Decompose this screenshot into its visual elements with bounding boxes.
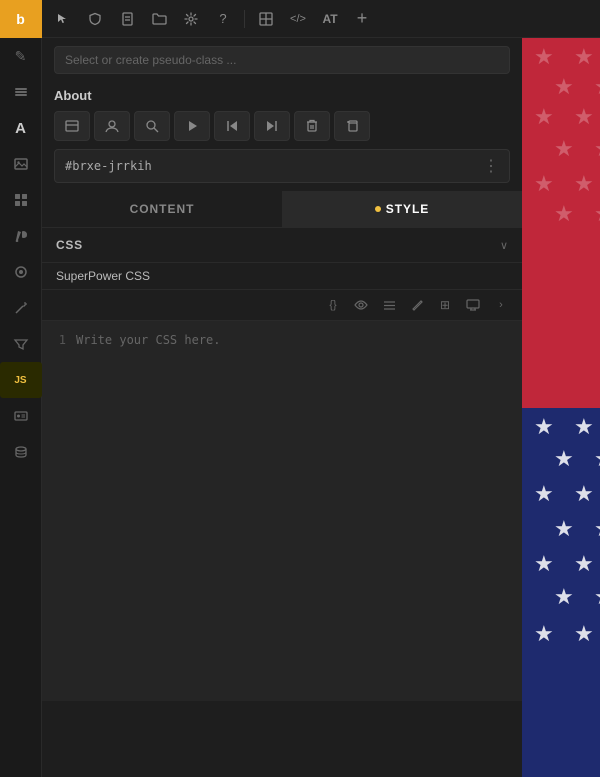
layers-icon[interactable] bbox=[0, 74, 42, 110]
about-user-icon[interactable] bbox=[94, 111, 130, 141]
shield-icon[interactable] bbox=[82, 6, 108, 32]
paint-icon[interactable] bbox=[0, 218, 42, 254]
about-title: About bbox=[54, 88, 510, 103]
star-10: ★ bbox=[554, 138, 574, 160]
top-toolbar: ? </> AT + bbox=[42, 0, 600, 38]
help-icon[interactable]: ? bbox=[210, 6, 236, 32]
pseudo-class-input[interactable]: Select or create pseudo-class ... bbox=[54, 46, 510, 74]
star-n10: ★ bbox=[554, 518, 574, 540]
image-icon[interactable] bbox=[0, 146, 42, 182]
tab-content[interactable]: CONTENT bbox=[42, 191, 282, 227]
code-placeholder: Write your CSS here. bbox=[76, 331, 512, 691]
about-play-icon[interactable] bbox=[174, 111, 210, 141]
star-13: ★ bbox=[534, 173, 554, 195]
tabs-row: CONTENT STYLE bbox=[42, 191, 522, 228]
main-area: ? </> AT + Select or create pseudo-class… bbox=[42, 0, 600, 777]
star-n13: ★ bbox=[534, 553, 554, 575]
content-area: Select or create pseudo-class ... About bbox=[42, 38, 600, 777]
star-5: ★ bbox=[594, 76, 600, 98]
star-n11: ★ bbox=[594, 518, 600, 540]
star-n7: ★ bbox=[534, 483, 554, 505]
star-16: ★ bbox=[554, 203, 574, 225]
star-8: ★ bbox=[574, 106, 594, 128]
tab-style-dot bbox=[375, 206, 381, 212]
line-number: 1 bbox=[52, 331, 66, 691]
id-card-icon[interactable] bbox=[0, 398, 42, 434]
db-icon[interactable] bbox=[0, 434, 42, 470]
about-icons-row bbox=[54, 111, 510, 141]
shape-icon[interactable] bbox=[0, 254, 42, 290]
star-n5: ★ bbox=[594, 448, 600, 470]
star-14: ★ bbox=[574, 173, 594, 195]
element-id-row: #brxe-jrrkih ⋮ bbox=[54, 149, 510, 183]
star-n4: ★ bbox=[554, 448, 574, 470]
tab-style[interactable]: STYLE bbox=[282, 191, 522, 227]
list-icon[interactable] bbox=[378, 294, 400, 316]
js-icon[interactable]: JS bbox=[0, 362, 42, 398]
code-icon[interactable]: </> bbox=[285, 6, 311, 32]
css-section: CSS ∨ SuperPower CSS {} bbox=[42, 228, 522, 701]
css-chevron-icon: ∨ bbox=[500, 239, 508, 252]
star-11: ★ bbox=[594, 138, 600, 160]
element-id-menu-button[interactable]: ⋮ bbox=[483, 156, 499, 176]
add-icon[interactable]: + bbox=[349, 6, 375, 32]
folder-icon[interactable] bbox=[146, 6, 172, 32]
logo[interactable]: b bbox=[0, 0, 42, 38]
filter-icon[interactable] bbox=[0, 326, 42, 362]
left-sidebar: b ✎ A bbox=[0, 0, 42, 777]
eye-icon[interactable] bbox=[350, 294, 372, 316]
about-section: About bbox=[42, 82, 522, 149]
typography-icon[interactable]: AT bbox=[317, 6, 343, 32]
star-n20: ★ bbox=[574, 623, 594, 645]
about-duplicate-icon[interactable] bbox=[334, 111, 370, 141]
code-editor[interactable]: 1 Write your CSS here. bbox=[42, 321, 522, 701]
about-skip-forward-icon[interactable] bbox=[254, 111, 290, 141]
canvas-bottom: ★ ★ ★ ★ ★ ★ ★ ★ ★ ★ ★ ★ ★ ★ ★ ★ ★ ★ ★ ★ bbox=[522, 408, 600, 777]
star-n2: ★ bbox=[574, 416, 594, 438]
star-n16: ★ bbox=[554, 586, 574, 608]
canvas-top: ★ ★ ★ ★ ★ ★ ★ ★ ★ ★ ★ ★ ★ ★ ★ ★ ★ ★ bbox=[522, 38, 600, 408]
star-n8: ★ bbox=[574, 483, 594, 505]
wand-icon[interactable] bbox=[0, 290, 42, 326]
text-icon[interactable]: A bbox=[0, 110, 42, 146]
settings-icon[interactable] bbox=[178, 6, 204, 32]
chevron-right-small-icon[interactable]: › bbox=[490, 294, 512, 316]
editor-toolbar: {} bbox=[42, 290, 522, 321]
star-4: ★ bbox=[554, 76, 574, 98]
css-header[interactable]: CSS ∨ bbox=[42, 228, 522, 263]
toolbar-divider-1 bbox=[244, 10, 245, 28]
cursor-tool-icon[interactable] bbox=[50, 6, 76, 32]
panel: Select or create pseudo-class ... About bbox=[42, 38, 522, 777]
layout-icon[interactable] bbox=[253, 6, 279, 32]
css-label: CSS bbox=[56, 238, 83, 252]
grid-icon[interactable] bbox=[0, 182, 42, 218]
element-id-value: #brxe-jrrkih bbox=[65, 159, 152, 173]
pen-icon[interactable]: ✎ bbox=[0, 38, 42, 74]
about-skip-back-icon[interactable] bbox=[214, 111, 250, 141]
expand-icon[interactable]: ⊞ bbox=[434, 294, 456, 316]
superpower-bar: SuperPower CSS bbox=[42, 263, 522, 290]
star-n17: ★ bbox=[594, 586, 600, 608]
star-1: ★ bbox=[534, 46, 554, 68]
star-17: ★ bbox=[594, 203, 600, 225]
code-brackets-icon[interactable]: {} bbox=[322, 294, 344, 316]
star-n19: ★ bbox=[534, 623, 554, 645]
superpower-label: SuperPower CSS bbox=[56, 269, 150, 283]
about-layout-icon[interactable] bbox=[54, 111, 90, 141]
canvas-preview: ★ ★ ★ ★ ★ ★ ★ ★ ★ ★ ★ ★ ★ ★ ★ ★ ★ ★ bbox=[522, 38, 600, 777]
star-7: ★ bbox=[534, 106, 554, 128]
star-n14: ★ bbox=[574, 553, 594, 575]
desktop-icon[interactable] bbox=[462, 294, 484, 316]
star-n1: ★ bbox=[534, 416, 554, 438]
pencil-icon[interactable] bbox=[406, 294, 428, 316]
star-2: ★ bbox=[574, 46, 594, 68]
file-icon[interactable] bbox=[114, 6, 140, 32]
about-search-icon[interactable] bbox=[134, 111, 170, 141]
about-delete-icon[interactable] bbox=[294, 111, 330, 141]
